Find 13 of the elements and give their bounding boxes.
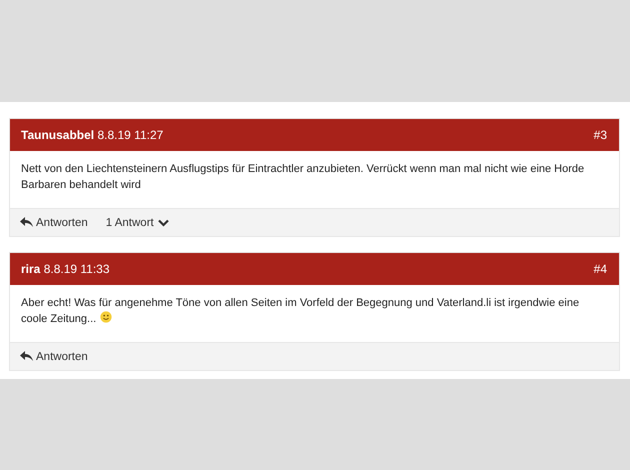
smiley-icon [100,311,112,323]
reply-button[interactable]: Antworten [20,216,88,228]
comment-number: #3 [594,128,607,142]
replies-toggle[interactable]: 1 Antwort [106,216,169,228]
reply-icon [20,351,33,362]
comment-text: Nett von den Liechtensteinern Ausflugstips für Eintrachtler anzubieten. Verrückt wenn man mal nicht wie eine Horde Barbaren behandelt wird [21,162,586,193]
comment-meta: rira 8.8.19 11:33 [21,262,110,276]
comment-number: #4 [594,262,607,276]
reply-button[interactable]: Antworten [20,350,88,362]
comment-meta: Taunusabbel 8.8.19 11:27 [21,128,164,142]
chevron-down-icon [158,218,169,226]
reply-icon [20,217,33,228]
comment-text: Aber echt! Was für angenehme Töne von allen Seiten im Vorfeld der Begegnung und Vaterland.li ist irgendwie eine coole Zeitung... [21,296,580,327]
